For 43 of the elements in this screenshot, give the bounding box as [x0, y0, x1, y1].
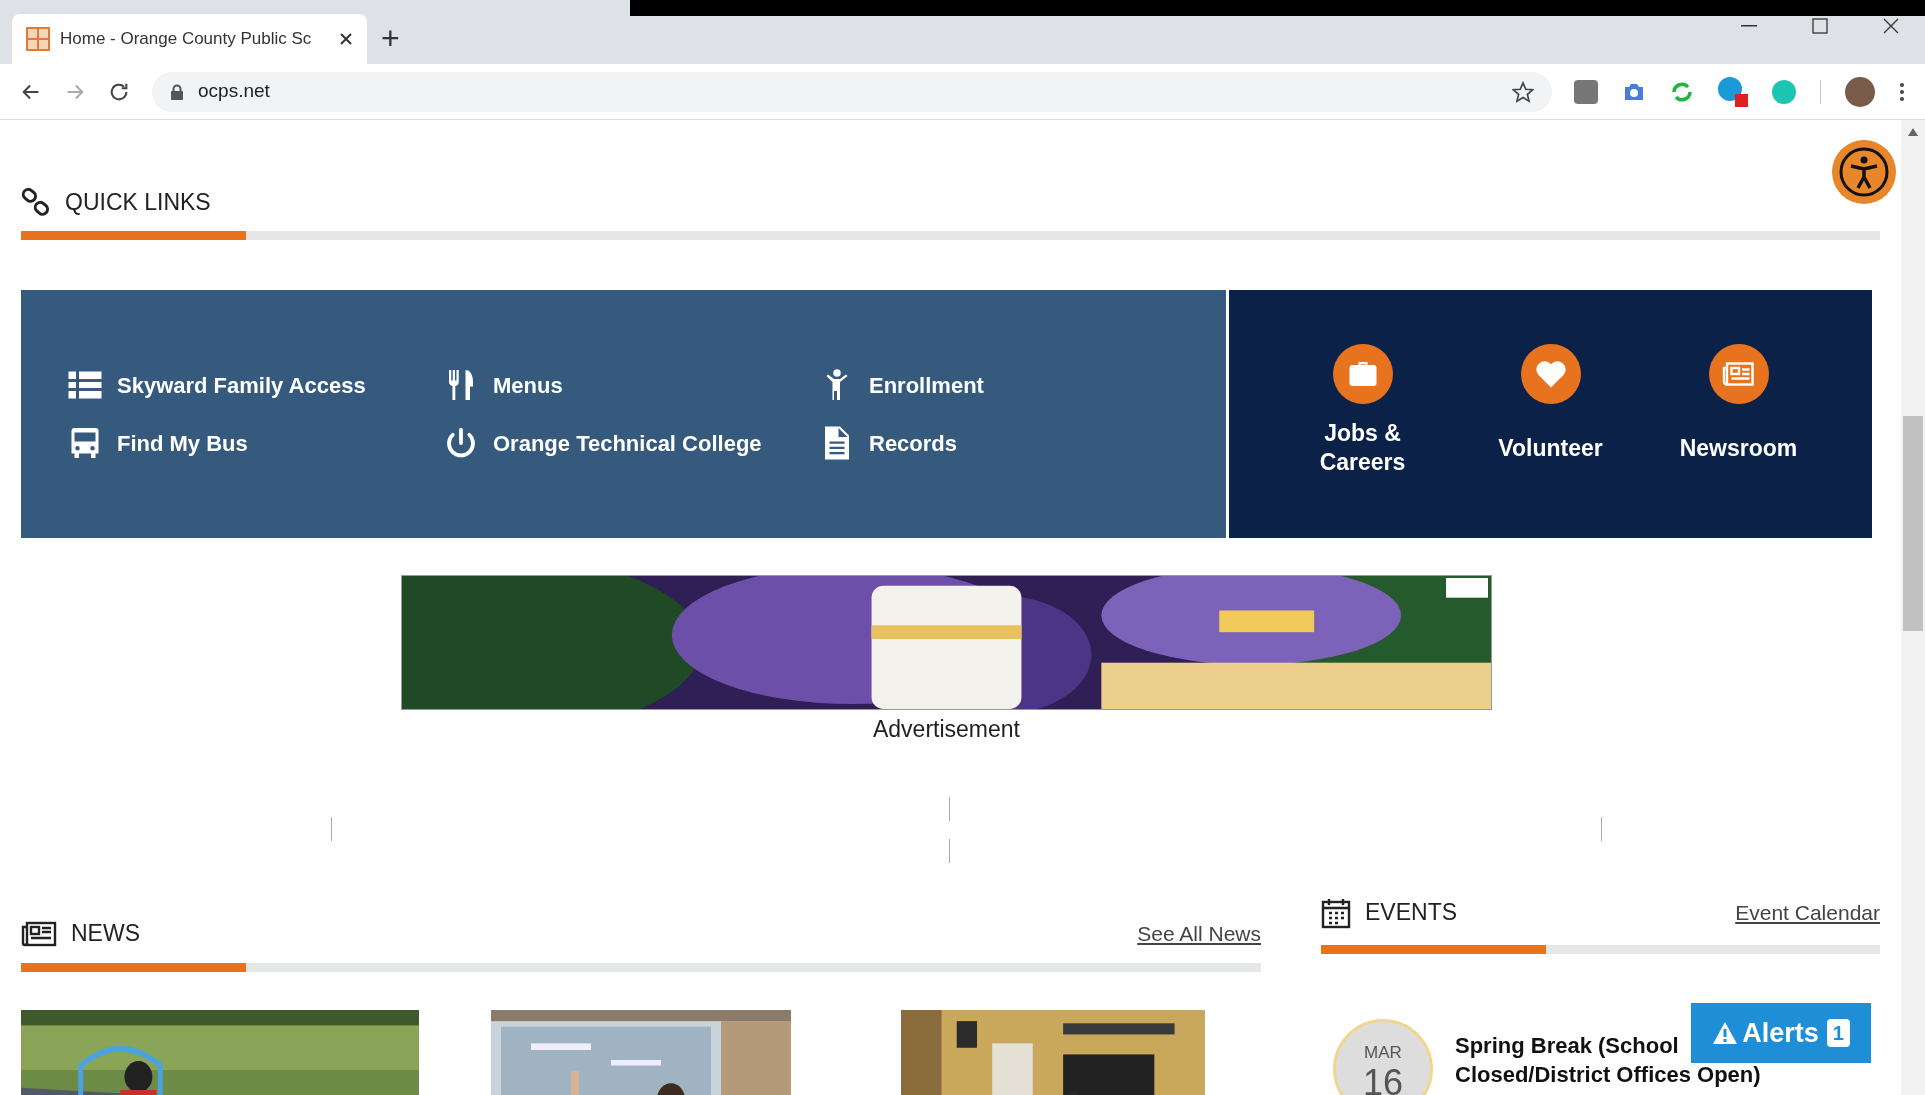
section-title: QUICK LINKS	[65, 187, 211, 217]
warning-icon	[1712, 1021, 1739, 1045]
quick-link[interactable]: Enrollment	[819, 367, 1159, 403]
extension-icon[interactable]	[1718, 76, 1748, 107]
avatar[interactable]	[1845, 76, 1875, 107]
see-all-news-link[interactable]: See All News	[1137, 917, 1261, 950]
close-icon[interactable]	[339, 32, 353, 46]
tab-title: Home - Orange County Public Sc	[60, 28, 313, 51]
event-calendar-link[interactable]: Event Calendar	[1735, 896, 1880, 929]
featured-link[interactable]: Volunteer	[1475, 344, 1626, 484]
event-title[interactable]: Spring Break (School	[1455, 1030, 1679, 1060]
browser-tab[interactable]: Home - Orange County Public Sc	[12, 14, 367, 64]
maximize-icon[interactable]	[1812, 18, 1828, 34]
quick-link[interactable]: Menus	[443, 367, 783, 403]
minimize-icon[interactable]	[1741, 25, 1757, 27]
url-text: ocps.net	[198, 79, 271, 104]
new-tab-button[interactable]: +	[381, 22, 400, 54]
section-title: NEWS	[71, 919, 141, 949]
accessibility-icon	[1839, 147, 1889, 197]
sync-icon[interactable]	[1670, 79, 1694, 104]
star-icon[interactable]	[1512, 80, 1534, 103]
menu-icon[interactable]	[1899, 81, 1905, 102]
close-icon[interactable]	[1883, 18, 1899, 34]
scroll-thumb[interactable]	[1903, 416, 1923, 631]
quick-link[interactable]: Orange Technical College	[443, 425, 783, 461]
quick-link[interactable]: Skyward Family Access	[67, 367, 407, 403]
alert-count: 1	[1826, 1019, 1850, 1047]
date-badge: MAR 16	[1333, 1018, 1433, 1095]
extension-icon[interactable]	[1574, 79, 1598, 104]
featured-link[interactable]: Newsroom	[1663, 344, 1814, 484]
link-icon	[21, 187, 51, 217]
quick-link[interactable]: Records	[819, 425, 1159, 461]
alerts-button[interactable]: Alerts 1	[1691, 1003, 1871, 1063]
newspaper-icon	[21, 920, 57, 947]
calendar-icon	[1321, 896, 1351, 929]
ad-caption: Advertisement	[873, 715, 1020, 744]
scroll-up-icon[interactable]	[1908, 128, 1918, 136]
site-favicon	[26, 27, 50, 51]
quick-link[interactable]: Find My Bus	[67, 425, 407, 461]
featured-link[interactable]: Jobs & Careers	[1287, 344, 1438, 484]
lock-icon	[170, 83, 184, 100]
address-bar[interactable]: ocps.net	[152, 71, 1552, 112]
section-title: EVENTS	[1365, 898, 1459, 928]
